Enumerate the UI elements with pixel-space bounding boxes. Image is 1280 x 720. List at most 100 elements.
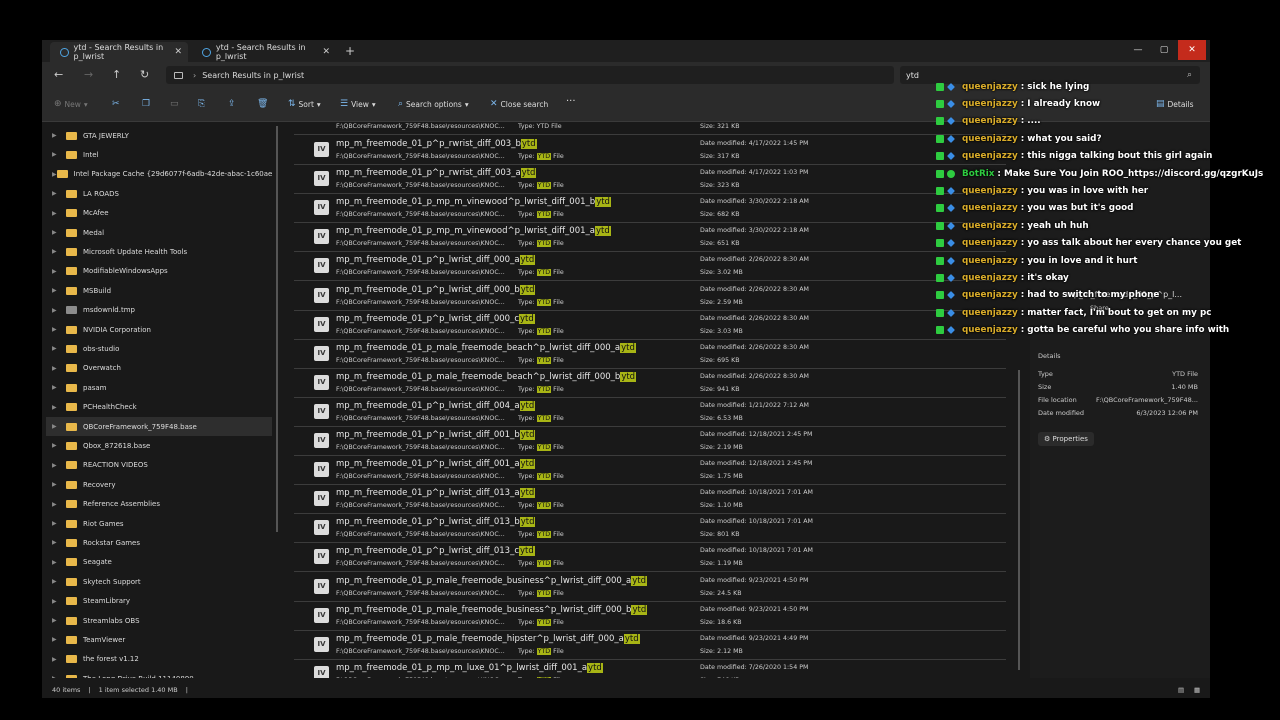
refresh-button[interactable]: ↻ (140, 68, 149, 81)
new-tab-button[interactable]: + (345, 44, 355, 58)
copy-button[interactable]: ❐ (142, 99, 150, 109)
list-item[interactable]: IV mp_m_freemode_01_p^p_lwrist_diff_001_b… (294, 427, 1006, 456)
close-window-button[interactable]: ✕ (1178, 40, 1206, 60)
view-button[interactable]: ☰ View ▾ (340, 99, 376, 109)
chevron-right-icon[interactable]: ▶ (52, 326, 66, 333)
share-button[interactable]: ⇪ (228, 99, 236, 109)
list-item[interactable]: IV mp_m_freemode_01_p_mp_m_vinewood^p_lwr… (294, 194, 1006, 224)
chevron-right-icon[interactable]: ▶ (52, 675, 66, 678)
minimize-button[interactable]: — (1124, 40, 1152, 60)
list-item[interactable]: IV mp_m_freemode_01_p_male_freemode_beach… (294, 369, 1006, 398)
chevron-right-icon[interactable]: ▶ (52, 442, 66, 449)
sidebar-item[interactable]: ▶ Overwatch (46, 359, 272, 378)
chevron-right-icon[interactable]: ▶ (52, 656, 66, 663)
sidebar-item[interactable]: ▶ the forest v1.12 (46, 650, 272, 669)
chevron-right-icon[interactable]: ▶ (52, 307, 66, 314)
list-item[interactable]: IV mp_m_freemode_01_p_mp_m_luxe_01^p_lwri… (294, 660, 1006, 678)
chevron-right-icon[interactable]: ▶ (52, 365, 66, 372)
chevron-right-icon[interactable]: ▶ (52, 190, 66, 197)
sidebar-item[interactable]: ▶ Recovery (46, 475, 272, 494)
list-item[interactable]: IV mp_m_freemode_01_p_male_freemode_busin… (294, 602, 1006, 631)
sidebar-item[interactable]: ▶ Reference Assemblies (46, 495, 272, 514)
chevron-right-icon[interactable]: ▶ (52, 617, 66, 624)
list-item[interactable]: IV mp_m_freemode_01_p^p_lwrist_diff_013_b… (294, 514, 1006, 544)
sidebar-item[interactable]: ▶ Medal (46, 223, 272, 242)
list-item[interactable]: IV mp_m_freemode_01_p^p_lwrist_diff_001_a… (294, 456, 1006, 486)
chevron-right-icon[interactable]: ▶ (52, 268, 66, 275)
list-item[interactable]: IV mp_m_freemode_01_p_male_freemode_busin… (294, 573, 1006, 602)
sidebar-item[interactable]: ▶ GTA JEWERLY (46, 126, 272, 145)
close-tab-icon[interactable]: ✕ (174, 47, 182, 57)
sidebar-item[interactable]: ▶ Seagate (46, 553, 272, 572)
chevron-right-icon[interactable]: ▶ (52, 520, 66, 527)
list-item[interactable]: IV mp_m_freemode_01_p^p_lwrist_diff_000_b… (294, 282, 1006, 311)
sidebar-item[interactable]: ▶ PCHealthCheck (46, 398, 272, 417)
sidebar-item[interactable]: ▶ LA ROADS (46, 184, 272, 203)
tab-search-results-1[interactable]: ytd - Search Results in p_lwrist ✕ (50, 42, 188, 62)
chevron-right-icon[interactable]: ▶ (52, 132, 66, 139)
sidebar-item[interactable]: ▶ TeamViewer (46, 630, 272, 649)
chevron-right-icon[interactable]: ▶ (52, 171, 57, 178)
up-button[interactable]: ↑ (112, 68, 121, 81)
delete-button[interactable]: 🗑 (257, 99, 268, 109)
search-options-button[interactable]: ⌕ Search options ▾ (398, 99, 469, 109)
list-item[interactable]: IV mp_m_freemode_01_p^p_lwrist_diff_000_a… (294, 252, 1006, 282)
more-options-button[interactable]: ··· (566, 96, 576, 107)
sidebar-item[interactable]: ▶ Rockstar Games (46, 533, 272, 552)
sidebar-item[interactable]: ▶ NVIDIA Corporation (46, 320, 272, 339)
rename-button[interactable]: ⎘ (198, 99, 205, 109)
close-search-button[interactable]: ✕ Close search (490, 99, 548, 109)
chevron-right-icon[interactable]: ▶ (52, 636, 66, 643)
properties-button[interactable]: ⚙ Properties (1038, 432, 1094, 446)
sidebar-item[interactable]: ▶ Riot Games (46, 514, 272, 533)
chevron-right-icon[interactable]: ▶ (52, 229, 66, 236)
chevron-right-icon[interactable]: ▶ (52, 248, 66, 255)
sidebar-item[interactable]: ▶ Qbox_872618.base (46, 436, 272, 455)
cut-button[interactable]: ✂ (112, 99, 120, 109)
sidebar-item[interactable]: ▶ QBCoreFramework_759F48.base (46, 417, 272, 436)
sidebar-item[interactable]: ▶ ModifiableWindowsApps (46, 262, 272, 281)
sidebar-item[interactable]: ▶ Intel Package Cache {29d6077f-6adb-42de… (46, 165, 272, 184)
list-item[interactable]: F:\QBCoreFramework_759F48.base\resources… (294, 122, 1006, 135)
chevron-right-icon[interactable]: ▶ (52, 462, 66, 469)
sidebar-item[interactable]: ▶ pasam (46, 378, 272, 397)
sidebar-item[interactable]: ▶ The.Long.Drive.Build.11140890 (46, 669, 272, 678)
chevron-right-icon[interactable]: ▶ (52, 384, 66, 391)
list-item[interactable]: IV mp_m_freemode_01_p_male_freemode_hipst… (294, 631, 1006, 660)
sidebar-item[interactable]: ▶ msdownld.tmp (46, 301, 272, 320)
details-view-icon[interactable]: ▤ (1178, 686, 1184, 694)
sidebar-item[interactable]: ▶ Skytech Support (46, 572, 272, 591)
chevron-right-icon[interactable]: ▶ (52, 404, 66, 411)
chevron-right-icon[interactable]: ▶ (52, 481, 66, 488)
tiles-view-icon[interactable]: ▦ (1194, 686, 1200, 694)
list-item[interactable]: IV mp_m_freemode_01_p_mp_m_vinewood^p_lwr… (294, 223, 1006, 253)
chevron-right-icon[interactable]: ▶ (52, 423, 66, 430)
list-item[interactable]: IV mp_m_freemode_01_p^p_rwrist_diff_003_b… (294, 136, 1006, 165)
list-item[interactable]: IV mp_m_freemode_01_p^p_rwrist_diff_003_a… (294, 165, 1006, 195)
chevron-right-icon[interactable]: ▶ (52, 151, 66, 158)
list-item[interactable]: IV mp_m_freemode_01_p^p_lwrist_diff_000_c… (294, 311, 1006, 340)
sidebar-item[interactable]: ▶ McAfee (46, 204, 272, 223)
sidebar-item[interactable]: ▶ REACTION VIDEOS (46, 456, 272, 475)
chevron-right-icon[interactable]: ▶ (52, 210, 66, 217)
chevron-right-icon[interactable]: ▶ (52, 598, 66, 605)
chevron-right-icon[interactable]: ▶ (52, 559, 66, 566)
chevron-right-icon[interactable]: ▶ (52, 345, 66, 352)
sidebar-item[interactable]: ▶ SteamLibrary (46, 592, 272, 611)
chevron-right-icon[interactable]: ▶ (52, 287, 66, 294)
address-field[interactable]: › Search Results in p_lwrist (166, 66, 894, 84)
maximize-button[interactable]: ▢ (1150, 40, 1178, 60)
sidebar-item[interactable]: ▶ MSBuild (46, 281, 272, 300)
chevron-right-icon[interactable]: ▶ (52, 501, 66, 508)
list-item[interactable]: IV mp_m_freemode_01_p^p_lwrist_diff_013_a… (294, 485, 1006, 515)
close-tab-icon[interactable]: ✕ (322, 47, 330, 57)
sidebar-item[interactable]: ▶ Streamlabs OBS (46, 611, 272, 630)
chevron-right-icon[interactable]: ▶ (52, 539, 66, 546)
sidebar-item[interactable]: ▶ Intel (46, 145, 272, 164)
new-button[interactable]: ⊕ New ▾ (54, 99, 88, 109)
sidebar-scrollbar[interactable] (276, 126, 278, 532)
sort-button[interactable]: ⇅ Sort ▾ (288, 99, 321, 109)
list-item[interactable]: IV mp_m_freemode_01_p_male_freemode_beach… (294, 340, 1006, 369)
file-list-scrollbar[interactable] (1018, 370, 1020, 670)
list-item[interactable]: IV mp_m_freemode_01_p^p_lwrist_diff_004_a… (294, 398, 1006, 427)
